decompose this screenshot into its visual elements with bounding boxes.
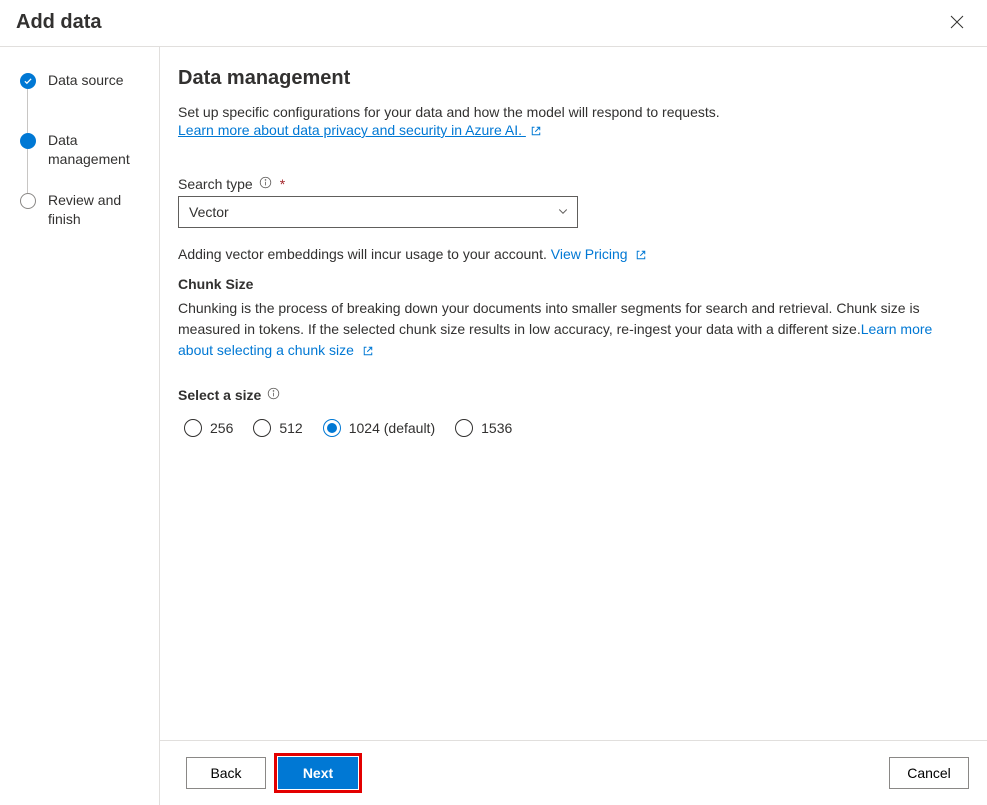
select-size-label: Select a size (178, 387, 969, 403)
dialog-body: Data source Data management Review and f… (0, 47, 987, 805)
info-icon[interactable] (267, 387, 280, 403)
link-text: View Pricing (551, 246, 628, 262)
chunk-radio-1536[interactable]: 1536 (455, 419, 512, 437)
next-button[interactable]: Next (278, 757, 358, 789)
chunk-radio-1024[interactable]: 1024 (default) (323, 419, 435, 437)
search-type-field: Search type * Vector Adding vector em (178, 176, 969, 437)
step-label: Review and finish (48, 191, 151, 229)
page-heading: Data management (178, 67, 969, 90)
radio-label: 1024 (default) (349, 420, 435, 436)
search-type-select[interactable]: Vector (178, 196, 578, 228)
cancel-button[interactable]: Cancel (889, 757, 969, 789)
chunk-radio-512[interactable]: 512 (253, 419, 302, 437)
chunk-radio-256[interactable]: 256 (184, 419, 233, 437)
learn-more-link[interactable]: Learn more about data privacy and securi… (178, 122, 542, 138)
content: Data management Set up specific configur… (160, 47, 987, 740)
step-connector (27, 89, 28, 133)
dialog-title: Add data (16, 11, 102, 34)
current-step-icon (20, 133, 36, 149)
step-connector (27, 149, 28, 193)
back-button[interactable]: Back (186, 757, 266, 789)
chunk-size-title: Chunk Size (178, 276, 969, 292)
step-label: Data source (48, 71, 123, 90)
footer-right: Cancel (889, 757, 969, 789)
chevron-down-icon (557, 204, 569, 220)
check-icon (20, 73, 36, 89)
hint-text: Adding vector embeddings will incur usag… (178, 246, 551, 262)
select-size-text: Select a size (178, 387, 261, 403)
add-data-dialog: Add data Data source Data management (0, 0, 987, 805)
external-link-icon (635, 248, 647, 264)
select-value: Vector (189, 204, 229, 220)
link-text: Learn more about data privacy and securi… (178, 122, 522, 138)
step-review-finish[interactable]: Review and finish (20, 191, 151, 229)
step-data-source[interactable]: Data source (20, 71, 151, 131)
page-intro: Set up specific configurations for your … (178, 104, 969, 120)
radio-label: 256 (210, 420, 233, 436)
radio-icon (184, 419, 202, 437)
close-button[interactable] (943, 8, 971, 36)
radio-icon (323, 419, 341, 437)
footer-left: Back Next (186, 757, 358, 789)
search-type-label: Search type (178, 176, 253, 192)
close-icon (949, 18, 965, 33)
main-panel: Data management Set up specific configur… (160, 47, 987, 805)
stepper: Data source Data management Review and f… (0, 47, 160, 805)
chunk-desc-text: Chunking is the process of breaking down… (178, 300, 920, 337)
external-link-icon (530, 124, 542, 140)
dialog-titlebar: Add data (0, 0, 987, 46)
chunk-size-desc: Chunking is the process of breaking down… (178, 298, 969, 363)
chunk-size-radios: 256 512 1024 (default) 1536 (178, 419, 969, 437)
info-icon[interactable] (259, 176, 272, 192)
search-type-hint: Adding vector embeddings will incur usag… (178, 246, 969, 264)
radio-icon (455, 419, 473, 437)
step-data-management[interactable]: Data management (20, 131, 151, 191)
radio-label: 512 (279, 420, 302, 436)
step-label: Data management (48, 131, 151, 169)
dialog-footer: Back Next Cancel (160, 740, 987, 805)
radio-icon (253, 419, 271, 437)
radio-label: 1536 (481, 420, 512, 436)
upcoming-step-icon (20, 193, 36, 209)
external-link-icon (362, 342, 374, 363)
required-marker: * (280, 176, 285, 192)
field-label-row: Search type * (178, 176, 969, 192)
view-pricing-link[interactable]: View Pricing (551, 246, 648, 262)
